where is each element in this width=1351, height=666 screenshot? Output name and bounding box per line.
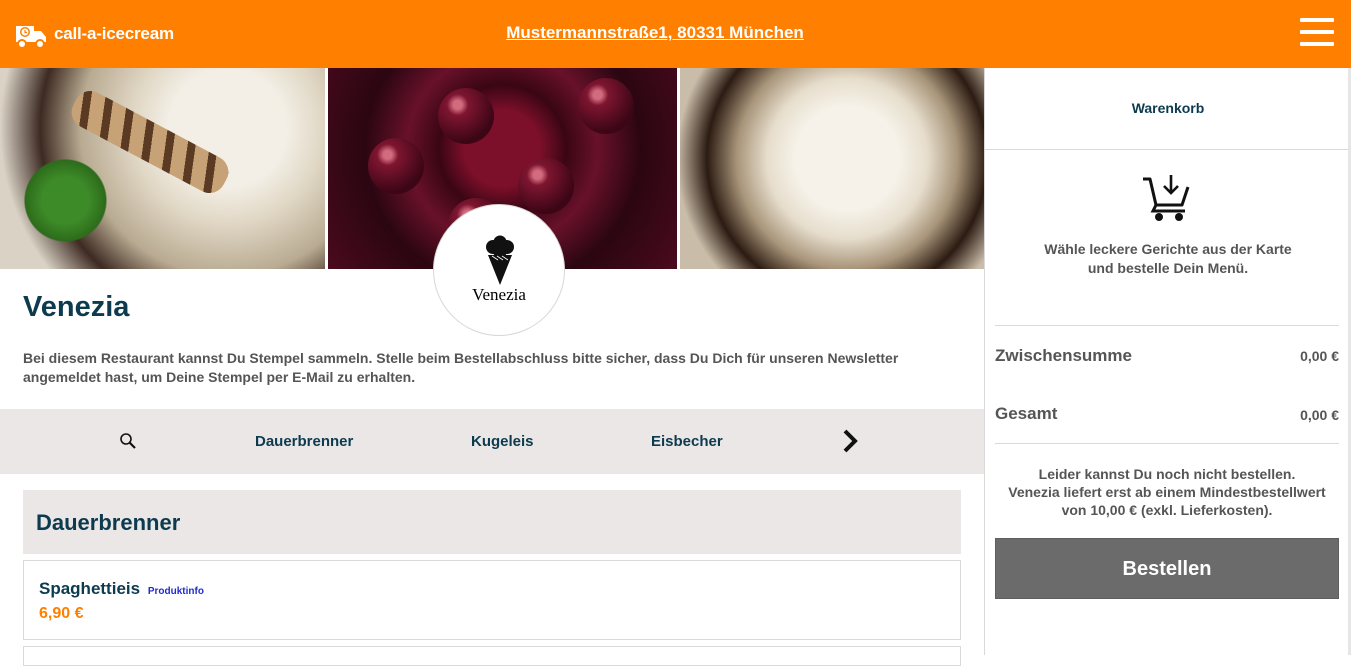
menu-item-card-next[interactable] [23, 646, 961, 666]
minimum-order-note: Leider kannst Du noch nicht bestellen. V… [1008, 466, 1326, 518]
menu-section-header: Dauerbrenner [23, 490, 961, 554]
hero-image-vanilla-scoop [679, 68, 984, 269]
delivery-truck-icon [16, 26, 46, 49]
hamburger-menu-icon[interactable] [1300, 18, 1334, 48]
divider [985, 149, 1351, 150]
top-bar: call-a-icecream Mustermannstraße1, 80331… [0, 0, 1351, 68]
menu-section-title: Dauerbrenner [36, 510, 181, 535]
order-button[interactable]: Bestellen [995, 538, 1339, 599]
total-label: Gesamt [995, 404, 1058, 423]
cart-panel: Warenkorb Wähle leckere Gerichte aus der… [984, 68, 1351, 655]
brand-logo-link[interactable]: call-a-icecream [14, 18, 174, 50]
category-nav: Dauerbrenner Kugeleis Eisbecher [0, 409, 984, 474]
subtotal-value: 0,00 € [1300, 348, 1339, 364]
cart-title: Warenkorb [1131, 100, 1205, 116]
cart-empty-message: Wähle leckere Gerichte aus der Karte und… [1044, 241, 1292, 276]
restaurant-logo: Venezia [433, 204, 565, 336]
total-value: 0,00 € [1300, 407, 1339, 423]
logo-text: Venezia [472, 285, 526, 304]
delivery-address-link[interactable]: Mustermannstraße1, 80331 München [450, 23, 860, 43]
menu-item-card[interactable]: Spaghettieis Produktinfo 6,90 € [23, 560, 961, 640]
divider [995, 325, 1339, 326]
shopping-cart-icon [1143, 175, 1190, 221]
icecream-cone-icon [486, 235, 514, 285]
menu-item-name[interactable]: Spaghettieis Produktinfo [39, 579, 204, 599]
restaurant-name: Venezia [23, 291, 130, 323]
divider [995, 443, 1339, 444]
subtotal-label: Zwischensumme [995, 346, 1132, 365]
hero-image-icecream-wafer [0, 68, 325, 269]
category-eisbecher[interactable]: Eisbecher [651, 433, 723, 450]
menu-item-title: Spaghettieis [39, 579, 141, 598]
category-kugeleis[interactable]: Kugeleis [471, 433, 534, 450]
category-dauerbrenner[interactable]: Dauerbrenner [255, 433, 353, 450]
restaurant-description: Bei diesem Restaurant kannst Du Stempel … [23, 350, 899, 385]
menu-item-price: 6,90 € [39, 605, 84, 622]
search-icon[interactable] [118, 431, 138, 451]
brand-name: call-a-icecream [54, 24, 174, 43]
chevron-right-icon[interactable] [838, 427, 862, 455]
product-info-link[interactable]: Produktinfo [148, 586, 204, 597]
